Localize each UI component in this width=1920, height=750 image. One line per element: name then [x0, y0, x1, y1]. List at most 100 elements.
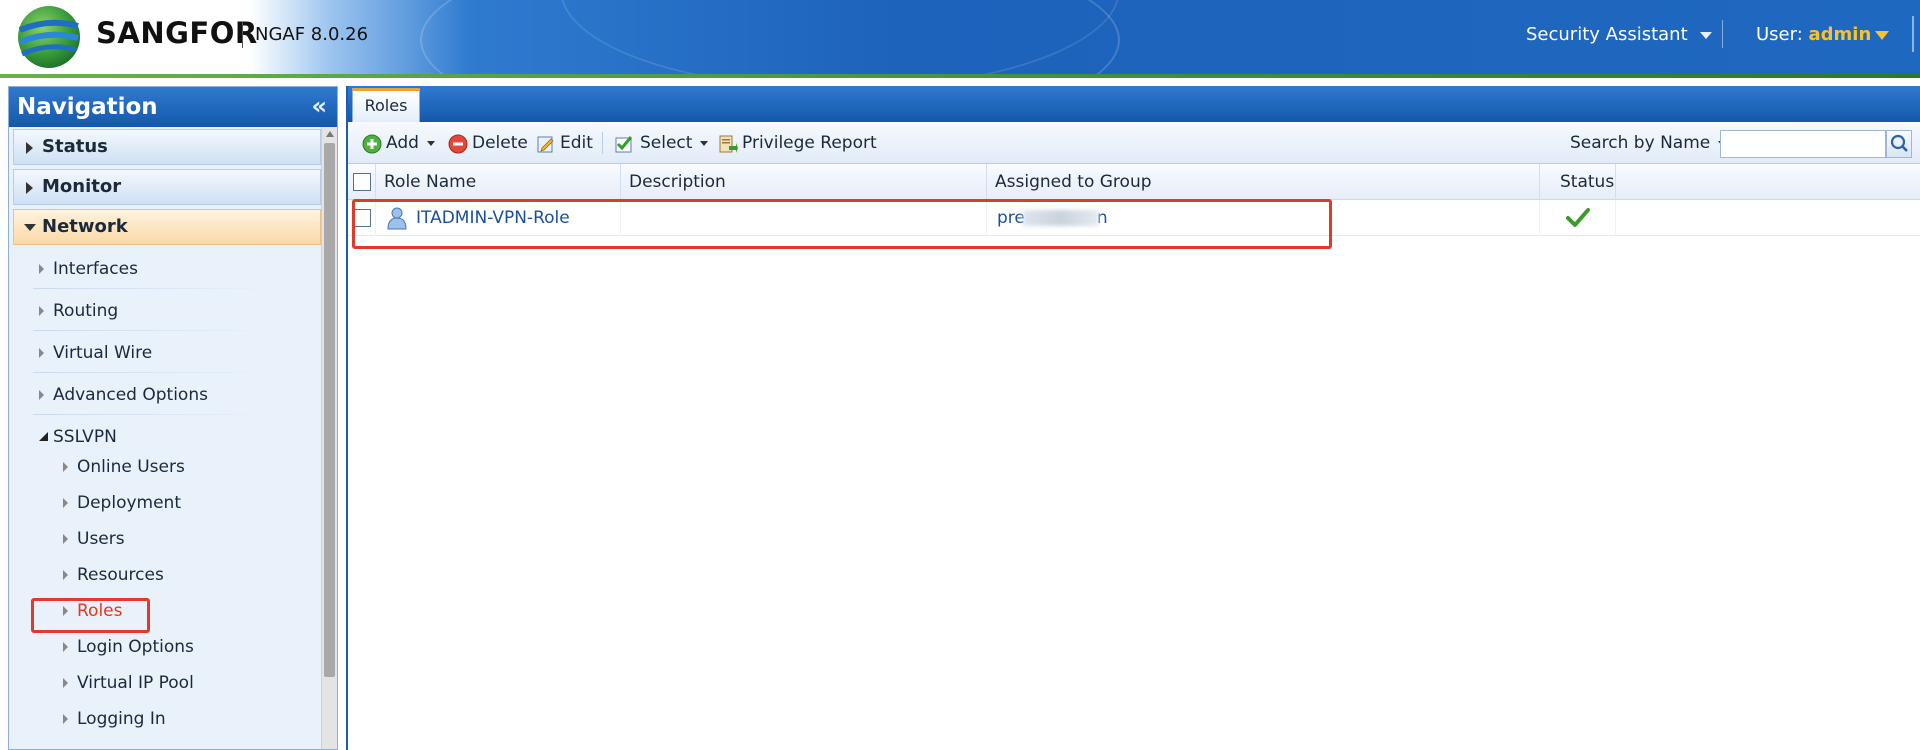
status-check-icon[interactable]: [1566, 207, 1590, 229]
search-icon: [1890, 134, 1908, 152]
chevron-down-icon: [1699, 31, 1712, 39]
sangfor-logo-icon: [18, 6, 80, 68]
delete-button[interactable]: Delete: [472, 122, 528, 164]
chevron-right-icon: [63, 570, 68, 580]
search-label: Search by Name: [1570, 133, 1711, 153]
product-version: NGAF 8.0.26: [255, 24, 369, 45]
column-header-assigned-group[interactable]: Assigned to Group: [987, 164, 1540, 200]
privilege-report-button[interactable]: Privilege Report: [742, 122, 877, 164]
edit-button[interactable]: Edit: [560, 122, 593, 164]
nav-item-advanced-options[interactable]: Advanced Options: [33, 375, 273, 415]
user-name: admin: [1808, 24, 1872, 45]
expand-arrow-icon: [26, 142, 33, 154]
nav-leaf-resources[interactable]: Resources: [45, 561, 245, 589]
select-checkbox-icon: [615, 136, 633, 153]
nav-category-monitor[interactable]: Monitor: [13, 169, 321, 205]
nav-item-virtual-wire[interactable]: Virtual Wire: [33, 333, 273, 373]
navigation-panel: Navigation « Status Monitor Network Inte…: [8, 86, 338, 750]
search-button[interactable]: [1886, 130, 1912, 158]
grid-header: Role Name Description Assigned to Group …: [348, 164, 1920, 200]
nav-category-label: Network: [42, 216, 128, 237]
chevron-right-icon: [63, 498, 68, 508]
nav-leaf-label: Logging In: [77, 709, 166, 729]
nav-item-label: SSLVPN: [53, 427, 117, 447]
chevron-right-icon: [39, 348, 44, 358]
app-header: SANGFOR NGAF 8.0.26 Security Assistant U…: [0, 0, 1920, 74]
nav-leaf-logging-in[interactable]: Logging In: [45, 705, 245, 733]
nav-leaf-users[interactable]: Users: [45, 525, 245, 553]
chevron-right-icon: [39, 306, 44, 316]
nav-category-status[interactable]: Status: [13, 129, 321, 165]
column-header-status[interactable]: Status: [1540, 164, 1616, 200]
tab-roles[interactable]: Roles: [352, 88, 420, 122]
toolbar: Add Delete Edit Select Privilege Report: [348, 122, 1920, 164]
collapse-arrow-icon: [24, 224, 36, 231]
header-divider: [1912, 16, 1914, 52]
navigation-title-text: Navigation: [17, 94, 158, 120]
nav-leaf-label: Virtual IP Pool: [77, 673, 194, 693]
nav-leaf-label: Resources: [77, 565, 164, 585]
search-by-name-menu[interactable]: Search by Name: [1570, 122, 1727, 164]
nav-leaf-deployment[interactable]: Deployment: [45, 489, 245, 517]
chevron-down-icon: [426, 140, 435, 146]
select-all-checkbox[interactable]: [353, 173, 371, 191]
chevron-right-icon: [63, 642, 68, 652]
edit-icon: [537, 136, 554, 153]
nav-item-label: Interfaces: [53, 259, 138, 279]
security-assistant-label: Security Assistant: [1526, 24, 1688, 45]
report-icon: [719, 135, 738, 153]
nav-category-network[interactable]: Network: [13, 209, 321, 245]
nav-item-label: Advanced Options: [53, 385, 208, 405]
chevron-down-icon: [700, 140, 709, 146]
nav-leaf-label: Online Users: [77, 457, 185, 477]
nav-scrollbar[interactable]: [321, 127, 337, 749]
row-highlight-box: [352, 199, 1332, 249]
header-accent-line: [0, 74, 1920, 78]
nav-category-label: Status: [42, 136, 108, 157]
nav-item-routing[interactable]: Routing: [33, 291, 273, 331]
tab-strip: Roles: [348, 86, 1920, 122]
user-menu[interactable]: User: admin: [1756, 24, 1890, 45]
roles-highlight-box: [31, 598, 150, 633]
nav-leaf-virtual-ip-pool[interactable]: Virtual IP Pool: [45, 669, 245, 697]
column-header-role-name[interactable]: Role Name: [376, 164, 621, 200]
nav-leaf-login-options[interactable]: Login Options: [45, 633, 245, 661]
chevron-right-icon: [63, 534, 68, 544]
search-input[interactable]: [1720, 130, 1886, 158]
nav-item-sslvpn[interactable]: SSLVPN: [33, 423, 117, 451]
status-cell: [1540, 200, 1616, 236]
chevron-right-icon: [63, 714, 68, 724]
chevron-down-icon: [1875, 30, 1890, 40]
nav-item-interfaces[interactable]: Interfaces: [33, 249, 273, 289]
nav-leaf-label: Users: [77, 529, 125, 549]
chevron-right-icon: [63, 462, 68, 472]
main-panel: Roles Add Delete Edit Select Privilege R…: [346, 86, 1920, 750]
select-label: Select: [640, 133, 693, 153]
security-assistant-menu[interactable]: Security Assistant: [1526, 24, 1712, 45]
brand-divider: [242, 22, 243, 48]
collapse-icon[interactable]: «: [311, 87, 327, 125]
column-header-description[interactable]: Description: [621, 164, 987, 200]
header-divider: [1722, 20, 1723, 48]
select-button[interactable]: Select: [640, 122, 709, 164]
nav-leaf-online-users[interactable]: Online Users: [45, 453, 245, 481]
nav-leaf-label: Login Options: [77, 637, 194, 657]
nav-leaf-label: Deployment: [77, 493, 181, 513]
add-button[interactable]: Add: [386, 122, 435, 164]
nav-category-label: Monitor: [42, 176, 122, 197]
scrollbar-thumb[interactable]: [324, 143, 335, 677]
delete-icon: [448, 134, 468, 154]
user-label: User:: [1756, 24, 1809, 45]
chevron-right-icon: [39, 264, 44, 274]
add-icon: [362, 134, 382, 154]
navigation-title: Navigation «: [9, 87, 337, 127]
nav-item-label: Virtual Wire: [53, 343, 153, 363]
brand-name: SANGFOR: [96, 16, 258, 50]
navigation-tree: Status Monitor Network Interfaces Routin…: [9, 127, 337, 749]
expand-arrow-icon: [26, 182, 33, 194]
select-all-cell: [348, 164, 376, 200]
scroll-up-icon[interactable]: [326, 131, 334, 137]
nav-item-label: Routing: [53, 301, 119, 321]
toolbar-separator: [602, 132, 603, 154]
chevron-right-icon: [63, 678, 68, 688]
